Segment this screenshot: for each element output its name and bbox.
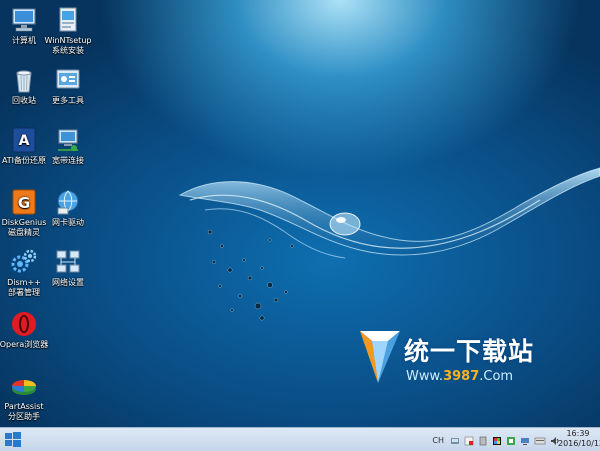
desktop[interactable]: 计算机 WinNTsetup 系统安装 回收站 更多工具 A ATI备份还原 宽… bbox=[0, 0, 600, 427]
icon-label: WinNTsetup 系统安装 bbox=[44, 36, 92, 55]
opera-icon bbox=[10, 310, 38, 338]
svg-text:A: A bbox=[19, 133, 30, 149]
desktop-icon-nic-driver[interactable]: 网卡驱动 bbox=[40, 188, 96, 228]
desktop-icon-broadband[interactable]: 宽带连接 bbox=[40, 126, 96, 166]
desktop-icon-more-tools[interactable]: 更多工具 bbox=[40, 66, 96, 106]
tray-network-icon[interactable] bbox=[450, 431, 460, 450]
desktop-icon-opera[interactable]: Opera浏览器 bbox=[0, 310, 52, 350]
brand-url: Www.3987.Com bbox=[406, 369, 514, 384]
tray-device-icon[interactable] bbox=[464, 431, 474, 450]
icon-label: PartAssist 分区助手 bbox=[4, 402, 44, 421]
desktop-icon-winntsetup[interactable]: WinNTsetup 系统安装 bbox=[40, 6, 96, 56]
taskbar-clock[interactable]: 16:39 2016/10/12 bbox=[558, 429, 600, 449]
setup-icon bbox=[54, 6, 82, 34]
tray-keyboard-icon[interactable] bbox=[534, 431, 546, 450]
icon-label: 更多工具 bbox=[52, 96, 84, 105]
start-button[interactable] bbox=[4, 431, 22, 449]
recycle-bin-icon bbox=[10, 66, 38, 94]
network-settings-icon bbox=[54, 248, 82, 276]
tools-icon bbox=[54, 66, 82, 94]
clock-date: 2016/10/12 bbox=[558, 439, 600, 448]
desktop-icon-partassist[interactable]: PartAssist 分区助手 bbox=[0, 372, 52, 422]
ati-backup-icon: A bbox=[10, 126, 38, 154]
icon-label: Opera浏览器 bbox=[0, 340, 49, 349]
computer-icon bbox=[10, 6, 38, 34]
tray-display-icon[interactable] bbox=[492, 431, 502, 450]
taskbar[interactable]: CH 16:39 2016/10/12 bbox=[0, 427, 600, 451]
brand-logo-icon bbox=[360, 331, 400, 383]
tray-app-icon[interactable] bbox=[506, 431, 516, 450]
windows-logo-icon bbox=[5, 432, 21, 447]
tray-display-settings-icon[interactable] bbox=[520, 431, 530, 450]
desktop-icon-network-settings[interactable]: 网络设置 bbox=[40, 248, 96, 288]
icon-label: 网络设置 bbox=[52, 278, 84, 287]
language-indicator[interactable]: CH bbox=[432, 436, 444, 445]
watermark-logo: 统一下载站 Www.3987.Com bbox=[358, 327, 548, 389]
tray-usb-icon[interactable] bbox=[478, 431, 488, 450]
partassist-icon bbox=[10, 372, 38, 400]
svg-text:G: G bbox=[18, 194, 30, 212]
brand-name: 统一下载站 bbox=[404, 337, 535, 366]
diskgenius-icon: G bbox=[10, 188, 38, 216]
nic-driver-icon bbox=[54, 188, 82, 216]
broadband-icon bbox=[54, 126, 82, 154]
dism-icon bbox=[10, 248, 38, 276]
system-tray: CH bbox=[432, 428, 560, 451]
icon-label: 宽带连接 bbox=[52, 156, 84, 165]
icon-label: 网卡驱动 bbox=[52, 218, 84, 227]
clock-time: 16:39 bbox=[566, 429, 590, 438]
